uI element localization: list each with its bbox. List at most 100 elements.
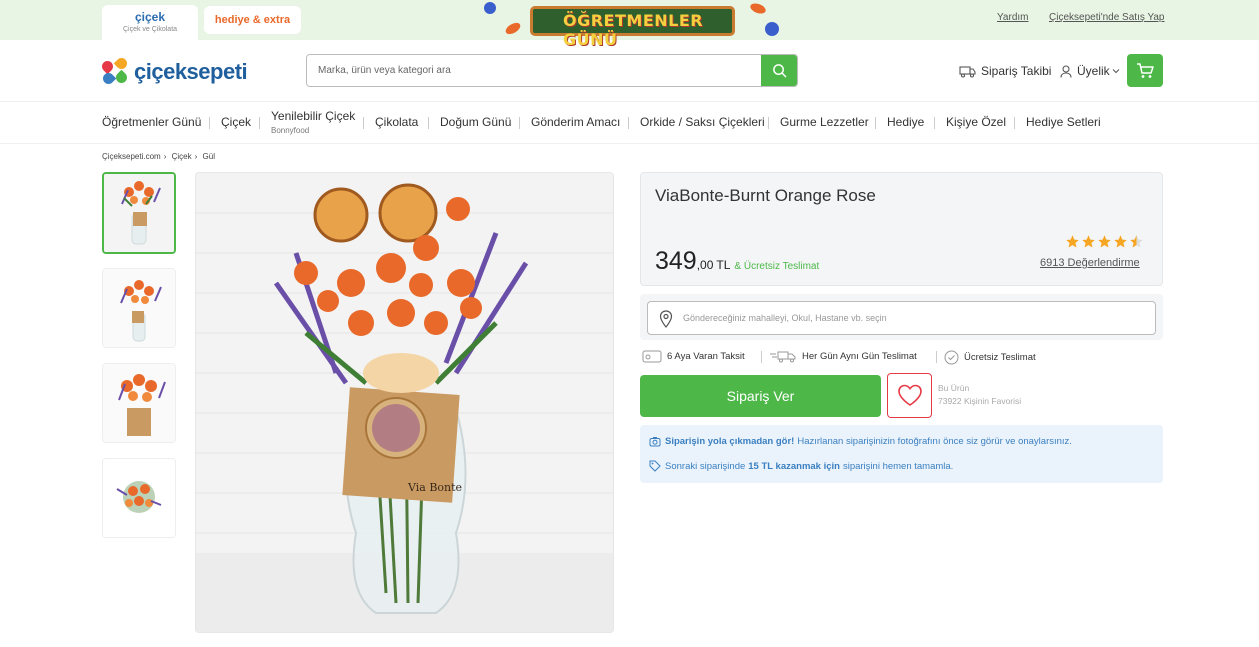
credit-card-icon [642, 350, 662, 363]
price-currency: TL [716, 258, 731, 272]
leaf-decoration [503, 20, 523, 37]
price: 349 ,00 TL & Ücretsiz Teslimat [655, 247, 819, 276]
rating-stars[interactable] [1065, 234, 1145, 249]
star-icon [1098, 235, 1111, 248]
nav-item-hediye-setleri[interactable]: Hediye Setleri [1026, 115, 1101, 129]
notice-reward-text-c: siparişini hemen tamamla. [842, 460, 954, 472]
favorite-line-1: Bu Ürün [938, 383, 970, 393]
tag-icon [649, 460, 661, 472]
breadcrumb-cicek[interactable]: Çiçek [172, 152, 192, 161]
leaf-decoration [748, 1, 768, 16]
order-tracking-label: Sipariş Takibi [981, 64, 1052, 78]
bouquet-thumbnail-image [104, 174, 174, 252]
feature-divider [761, 351, 762, 363]
logo-mark-icon [99, 55, 130, 87]
logo-text: çiçeksepeti [134, 59, 248, 84]
thumbnail-4[interactable] [102, 458, 176, 538]
notice-reward-text-a: Sonraki siparişinde [665, 460, 746, 472]
notice-reward-line: Sonraki siparişinde 15 TL kazanmak için … [649, 460, 956, 472]
cart-icon [1137, 62, 1154, 78]
nav-divider [209, 117, 210, 129]
fast-truck-icon [770, 351, 796, 363]
nav-item-cikolata[interactable]: Çikolata [375, 115, 418, 129]
tab-cicek[interactable]: çiçek Çiçek ve Çikolata [102, 5, 198, 40]
product-info-card: ViaBonte-Burnt Orange Rose 349 ,00 TL & … [640, 172, 1163, 286]
logo[interactable]: çiçeksepeti [99, 55, 248, 87]
sell-link[interactable]: Çiçeksepeti'nde Satış Yap [1049, 12, 1165, 23]
reviews-link[interactable]: 6913 Değerlendirme [1040, 257, 1140, 269]
svg-text:Via Bonte: Via Bonte [407, 481, 462, 494]
nav-item-gurme[interactable]: Gurme Lezzetler [780, 115, 869, 129]
nav-divider [519, 117, 520, 129]
address-input[interactable] [683, 302, 1148, 334]
star-icon [1114, 235, 1127, 248]
breadcrumb: Çiçeksepeti.com › Çiçek › Gül [102, 152, 218, 161]
breadcrumb-separator: › [163, 152, 167, 161]
nav-item-dogum-gunu[interactable]: Doğum Günü [440, 115, 511, 129]
search-button[interactable] [761, 55, 797, 86]
banner-board: ÖĞRETMENLER GÜNÜ [530, 6, 735, 49]
nav-item-yenilebilir-cicek[interactable]: Yenilebilir Çiçek [271, 109, 355, 123]
feature-free-delivery-label: Ücretsiz Teslimat [964, 352, 1036, 363]
star-half-icon [1130, 235, 1143, 248]
info-notice: Siparişin yola çıkmadan gör! Hazırlanan … [640, 425, 1163, 483]
nav-item-kisiye-ozel[interactable]: Kişiye Özel [946, 115, 1006, 129]
nav-item-orkide[interactable]: Orkide / Saksı Çiçekleri [640, 115, 765, 129]
membership-menu[interactable]: Üyelik [1060, 64, 1120, 78]
bouquet-photo: Via Bonte [196, 173, 613, 632]
campaign-banner[interactable]: ÖĞRETMENLER GÜNÜ [470, 0, 800, 49]
search-box [306, 54, 798, 87]
nav-divider [1014, 117, 1015, 129]
notice-photo-text: Hazırlanan siparişinizin fotoğrafını önc… [797, 436, 1072, 447]
cart-button[interactable] [1127, 54, 1163, 87]
leaf-decoration [765, 22, 779, 36]
nav-divider [875, 117, 876, 129]
price-main: 349 [655, 247, 697, 275]
bouquet-thumbnail-image [103, 459, 175, 537]
help-link[interactable]: Yardım [997, 12, 1029, 23]
nav-divider [934, 117, 935, 129]
nav-item-yenilebilir-sub: Bonnyfood [271, 126, 310, 135]
nav-item-hediye[interactable]: Hediye [887, 115, 924, 129]
feature-installment: 6 Aya Varan Taksit [642, 350, 745, 363]
nav-divider [428, 117, 429, 129]
breadcrumb-separator: › [194, 152, 198, 161]
breadcrumb-home[interactable]: Çiçeksepeti.com [102, 152, 161, 161]
product-title: ViaBonte-Burnt Orange Rose [655, 186, 876, 205]
top-bar: çiçek Çiçek ve Çikolata hediye & extra Ö… [0, 0, 1259, 49]
breadcrumb-gul[interactable]: Gül [203, 152, 215, 161]
check-circle-icon [944, 350, 959, 365]
nav-item-ogretmenler-gunu[interactable]: Öğretmenler Günü [102, 115, 201, 129]
price-decimal: ,00 [696, 258, 714, 272]
nav-item-gonderim-amaci[interactable]: Gönderim Amacı [531, 115, 620, 129]
favorite-count-text: Bu Ürün 73922 Kişinin Favorisi [938, 382, 1021, 408]
heart-icon [897, 384, 922, 406]
search-input[interactable] [307, 55, 762, 86]
address-section [640, 294, 1163, 340]
feature-free-delivery: Ücretsiz Teslimat [944, 350, 1036, 365]
nav-divider [768, 117, 769, 129]
header: çiçeksepeti Sipariş Takibi Üyelik [0, 40, 1259, 102]
thumbnail-1[interactable] [102, 172, 176, 254]
tab-hediye-extra[interactable]: hediye & extra [204, 6, 301, 34]
star-icon [1082, 235, 1095, 248]
notice-photo-line: Siparişin yola çıkmadan gör! Hazırlanan … [649, 436, 1075, 447]
favorite-button[interactable] [887, 373, 932, 418]
nav-divider [259, 117, 260, 129]
order-tracking-link[interactable]: Sipariş Takibi [959, 64, 1051, 78]
membership-label: Üyelik [1077, 64, 1110, 78]
nav-item-cicek[interactable]: Çiçek [221, 115, 251, 129]
order-button[interactable]: Sipariş Ver [640, 375, 881, 417]
feature-same-day: Her Gün Aynı Gün Teslimat [769, 350, 917, 363]
tab-cicek-label: çiçek [134, 10, 166, 24]
thumbnail-3[interactable] [102, 363, 176, 443]
product-main-image[interactable]: Via Bonte [195, 172, 614, 633]
bouquet-thumbnail-image [103, 269, 175, 347]
user-icon [1060, 64, 1072, 78]
notice-reward-bold: 15 TL kazanmak için [748, 460, 840, 472]
location-pin-icon [659, 310, 673, 328]
tab-cicek-sublabel: Çiçek ve Çikolata [122, 26, 178, 33]
feature-installment-label: 6 Aya Varan Taksit [667, 351, 745, 362]
bouquet-thumbnail-image [103, 364, 175, 442]
thumbnail-2[interactable] [102, 268, 176, 348]
